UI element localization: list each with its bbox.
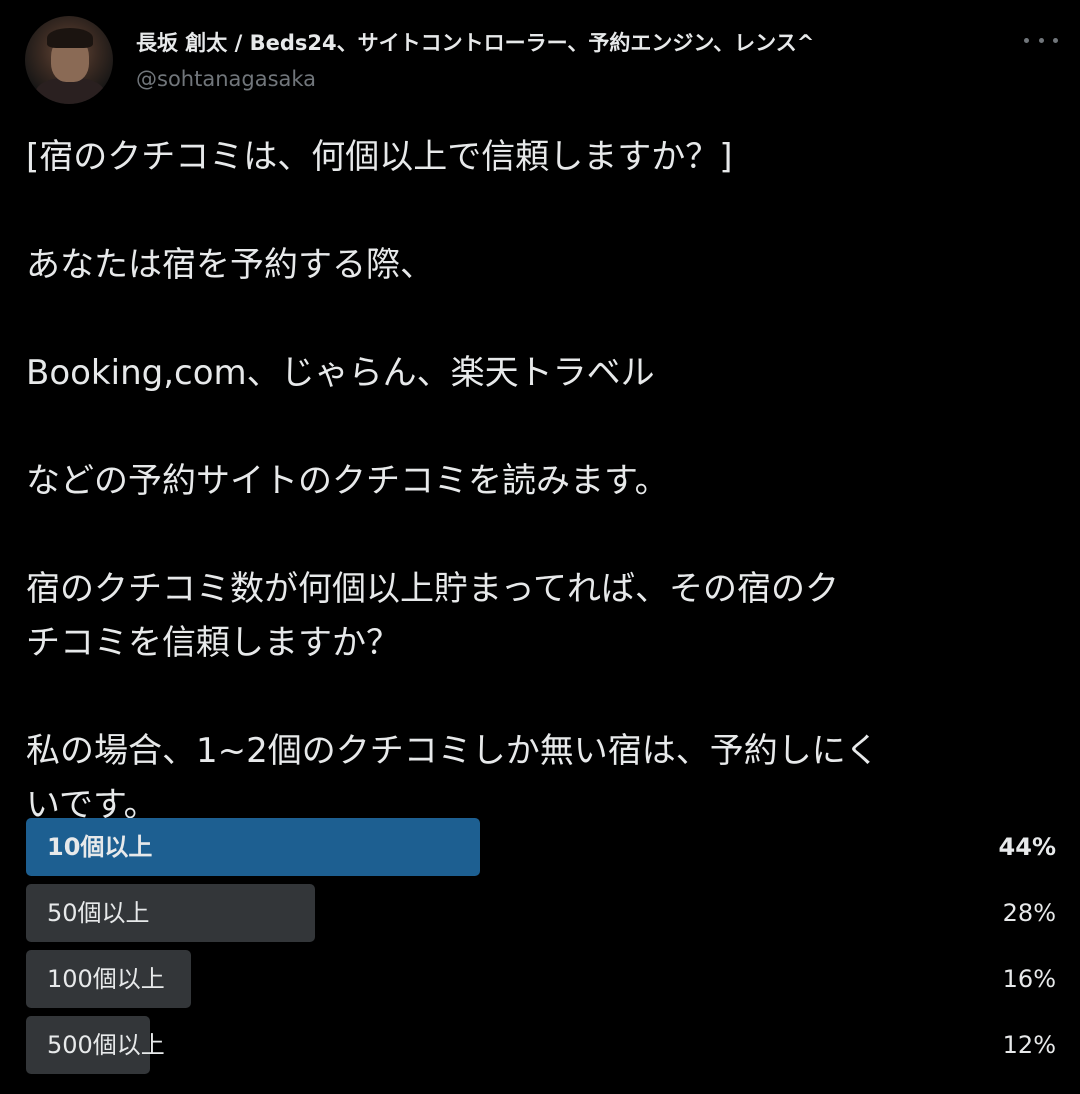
tweet-line: あなたは宿を予約する際、 [26, 245, 434, 285]
tweet-line: [宿のクチコミは、何個以上で信頼しますか？] [26, 137, 733, 177]
tweet-line: チコミを信頼しますか？ [26, 623, 400, 663]
tweet-line: 宿のクチコミ数が何個以上貯まってれば、その宿のク [26, 569, 839, 609]
tweet-header: 長坂 創太 / Beds24、サイトコントローラー、予約エンジン、レンス^ @s… [0, 0, 1080, 110]
more-dot [1038, 37, 1044, 43]
avatar-hair-shape [47, 28, 93, 48]
avatar[interactable] [25, 16, 113, 104]
tweet-line: などの予約サイトのクチコミを読みます。 [26, 461, 669, 501]
more-dot [1024, 37, 1029, 43]
more-horizontal-icon[interactable] [1024, 28, 1058, 52]
poll-option-label: 50個以上 [47, 899, 150, 927]
poll-option-label: 500個以上 [47, 1031, 165, 1059]
tweet-line-gap [26, 292, 1060, 346]
author-display-name[interactable]: 長坂 創太 / Beds24、サイトコントローラー、予約エンジン、レンス^ [136, 28, 991, 58]
poll-option: 10個以上 44% [26, 818, 1060, 876]
poll-option-percent: 44% [998, 833, 1056, 861]
poll-option-percent: 12% [1002, 1031, 1056, 1059]
author-handle[interactable]: @sohtanagasaka [136, 64, 316, 94]
more-dot [1053, 37, 1058, 43]
poll-option-label: 100個以上 [47, 965, 165, 993]
tweet-line-gap [26, 508, 1060, 562]
tweet-text: [宿のクチコミは、何個以上で信頼しますか？] あなたは宿を予約する際、 Book… [26, 130, 1060, 832]
tweet-line-gap [26, 184, 1060, 238]
poll: 10個以上 44% 50個以上 28% 100個以上 16% 500個以上 12… [26, 818, 1060, 1082]
tweet-line: Booking,com、じゃらん、楽天トラベル [26, 353, 655, 393]
poll-option-percent: 16% [1002, 965, 1056, 993]
poll-option: 100個以上 16% [26, 950, 1060, 1008]
poll-option-percent: 28% [1002, 899, 1056, 927]
tweet-line: 私の場合、1~2個のクチコミしか無い宿は、予約しにく [26, 731, 880, 771]
poll-option-label: 10個以上 [47, 833, 153, 861]
poll-option: 50個以上 28% [26, 884, 1060, 942]
tweet-line-gap [26, 670, 1060, 724]
poll-option: 500個以上 12% [26, 1016, 1060, 1074]
tweet-line-gap [26, 400, 1060, 454]
